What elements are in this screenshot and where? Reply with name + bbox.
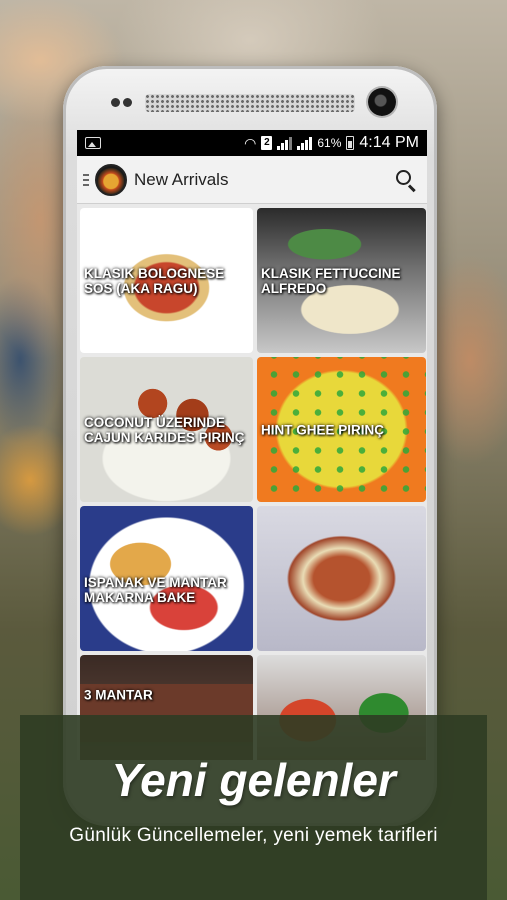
banner-title: Yeni gelenler (111, 754, 396, 806)
clock: 4:14 PM (359, 134, 419, 151)
search-button[interactable] (391, 165, 421, 195)
recipe-card[interactable]: COCONUT ÜZERINDE CAJUN KARIDES PIRINÇ (80, 357, 253, 502)
recipe-title: ISPANAK VE MANTAR MAKARNA BAKE (84, 575, 227, 606)
search-icon (396, 169, 411, 185)
page-title: New Arrivals (134, 169, 229, 189)
promo-banner: Yeni gelenler Günlük Güncellemeler, yeni… (20, 715, 487, 900)
app-bar: New Arrivals (77, 156, 427, 204)
battery-percent: 61% (317, 136, 342, 150)
recipe-title: KLASIK BOLOGNESE SOS (AKA RAGU) (84, 265, 225, 296)
recipe-card[interactable] (257, 506, 426, 651)
recipe-card[interactable]: KLASIK FETTUCCINE ALFREDO (257, 208, 426, 353)
status-indicators: ◠ 2 61% 4:14 PM (244, 134, 419, 152)
gallery-notification-icon (85, 137, 101, 149)
banner-subtitle: Günlük Güncellemeler, yeni yemek tarifle… (69, 825, 438, 846)
recipe-title: COCONUT ÜZERINDE CAJUN KARIDES PIRINÇ (84, 414, 245, 445)
speaker-grille (145, 94, 355, 112)
wifi-icon: ◠ (244, 134, 257, 151)
battery-icon (346, 136, 355, 150)
recipe-grid: KLASIK BOLOGNESE SOS (AKA RAGU) KLASIK F… (77, 204, 427, 760)
app-logo[interactable] (95, 163, 127, 196)
signal-2-icon (297, 136, 313, 150)
sim-slot-badge: 2 (261, 136, 273, 150)
recipe-card[interactable]: KLASIK BOLOGNESE SOS (AKA RAGU) (80, 208, 253, 353)
recipe-title: 3 MANTAR (84, 687, 153, 703)
search-icon-handle (407, 183, 416, 192)
recipe-card[interactable]: ISPANAK VE MANTAR MAKARNA BAKE (80, 506, 253, 651)
status-bar: ◠ 2 61% 4:14 PM (77, 130, 427, 156)
signal-1-icon (277, 136, 293, 150)
sensor-dot (123, 98, 132, 107)
phone-top-bezel (63, 66, 437, 126)
phone-frame: ◠ 2 61% 4:14 PM New Arrivals KLASIK BOLO… (63, 66, 437, 826)
recipe-card[interactable]: HINT GHEE PIRINÇ (257, 357, 426, 502)
sensor-dot (111, 98, 120, 107)
front-camera (368, 88, 396, 116)
recipe-title: KLASIK FETTUCCINE ALFREDO (261, 265, 401, 296)
menu-icon[interactable] (83, 173, 89, 186)
phone-screen: ◠ 2 61% 4:14 PM New Arrivals KLASIK BOLO… (77, 130, 427, 760)
recipe-title: HINT GHEE PIRINÇ (261, 422, 385, 437)
